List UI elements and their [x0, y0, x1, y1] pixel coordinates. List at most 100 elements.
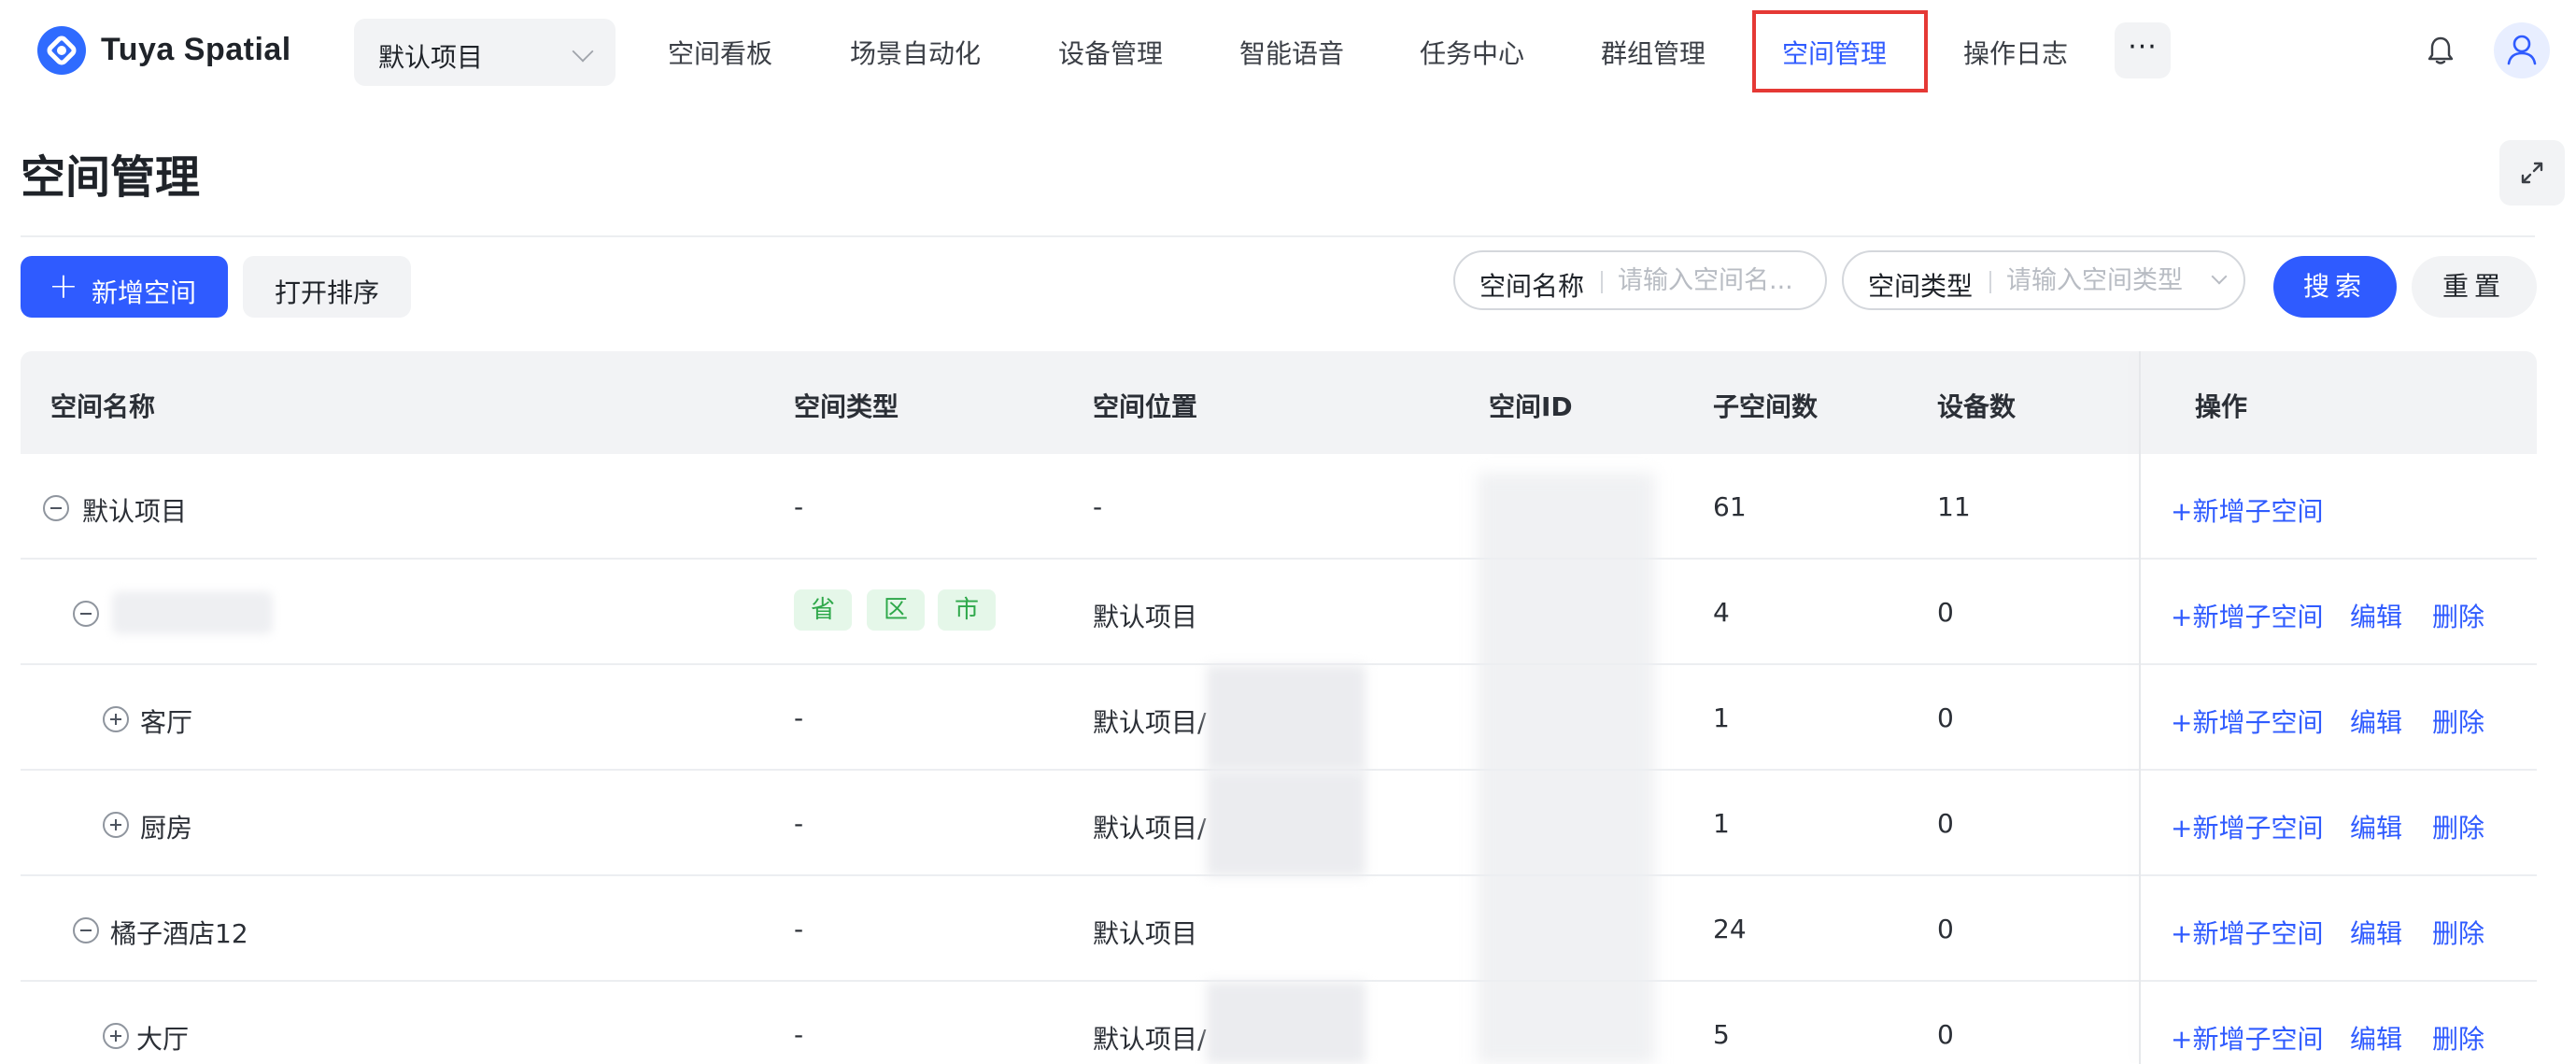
tuya-logo-icon — [37, 26, 86, 75]
nav-item-group-management[interactable]: 群组管理 — [1601, 34, 1706, 71]
add-child-space-link[interactable]: +新增子空间 — [2171, 1019, 2323, 1057]
child-space-count: 4 — [1713, 597, 1730, 628]
redacted-location — [1207, 665, 1366, 771]
edit-link[interactable]: 编辑 — [2350, 914, 2402, 951]
child-space-count: 5 — [1713, 1019, 1730, 1050]
project-selector-value: 默认项目 — [378, 42, 484, 73]
space-type: - — [794, 808, 804, 839]
device-count: 0 — [1937, 702, 1954, 733]
delete-link[interactable]: 删除 — [2432, 597, 2484, 634]
delete-link[interactable]: 删除 — [2432, 914, 2484, 951]
table-row: 省 区 市 默认项目 4 0 +新增子空间 编辑 删除 — [21, 560, 2537, 665]
table-header: 空间名称 空间类型 空间位置 空间ID 子空间数 设备数 操作 — [21, 351, 2537, 454]
table-row: 客厅 - 默认项目/ 1 0 +新增子空间 编辑 删除 — [21, 665, 2537, 771]
add-space-button[interactable]: + 新增空间 — [21, 256, 228, 318]
expand-icon[interactable] — [103, 706, 129, 732]
child-space-count: 1 — [1713, 702, 1730, 733]
search-button[interactable]: 搜索 — [2273, 256, 2397, 318]
device-count: 0 — [1937, 914, 1954, 944]
open-sort-label: 打开排序 — [275, 277, 380, 308]
nav-item-space-dashboard[interactable]: 空间看板 — [668, 34, 772, 71]
more-menu-button[interactable]: ··· — [2115, 22, 2171, 78]
user-avatar[interactable] — [2494, 22, 2550, 78]
delete-link[interactable]: 删除 — [2432, 808, 2484, 845]
space-location: 默认项目 — [1093, 602, 1198, 632]
space-location: 默认项目/ — [1093, 707, 1207, 738]
edit-link[interactable]: 编辑 — [2350, 597, 2402, 634]
space-type: - — [794, 914, 804, 944]
device-count: 0 — [1937, 808, 1954, 839]
fullscreen-button[interactable] — [2499, 140, 2565, 206]
redacted-location — [1207, 982, 1366, 1064]
column-header-space-id: 空间ID — [1489, 391, 1573, 422]
delete-link[interactable]: 删除 — [2432, 1019, 2484, 1057]
space-type: - — [794, 1019, 804, 1050]
delete-link[interactable]: 删除 — [2432, 702, 2484, 740]
filter-separator — [1601, 271, 1603, 293]
bell-icon[interactable] — [2427, 35, 2455, 65]
space-name-filter[interactable]: 空间名称 — [1453, 250, 1827, 310]
type-tag: 区 — [867, 589, 925, 631]
open-sort-button[interactable]: 打开排序 — [243, 256, 411, 318]
expand-icon[interactable] — [103, 1023, 129, 1049]
add-child-space-link[interactable]: +新增子空间 — [2171, 491, 2323, 529]
table-row: 橘子酒店12 - 默认项目 24 0 +新增子空间 编辑 删除 — [21, 876, 2537, 982]
space-name-input[interactable] — [1618, 262, 1816, 299]
space-type: - — [794, 702, 804, 733]
space-location: 默认项目/ — [1093, 1024, 1207, 1055]
device-count: 0 — [1937, 1019, 1954, 1050]
edit-link[interactable]: 编辑 — [2350, 808, 2402, 845]
space-name: 橘子酒店12 — [110, 918, 248, 949]
nav-item-operation-log[interactable]: 操作日志 — [1963, 34, 2068, 71]
device-count: 0 — [1937, 597, 1954, 628]
header-divider — [21, 235, 2535, 237]
nav-item-space-management[interactable]: 空间管理 — [1782, 34, 1887, 71]
column-header-child-spaces: 子空间数 — [1713, 391, 1819, 422]
edit-link[interactable]: 编辑 — [2350, 702, 2402, 740]
reset-button[interactable]: 重置 — [2412, 256, 2537, 318]
expand-icon[interactable] — [103, 812, 129, 838]
nav-item-scene-automation[interactable]: 场景自动化 — [850, 34, 981, 71]
column-header-devices: 设备数 — [1937, 391, 2017, 422]
top-bar: Tuya Spatial 默认项目 空间看板 场景自动化 设备管理 智能语音 任… — [0, 0, 2576, 105]
page-title: 空间管理 — [21, 151, 201, 204]
column-header-space-name: 空间名称 — [50, 391, 156, 422]
device-count: 11 — [1937, 491, 1971, 522]
child-space-count: 61 — [1713, 491, 1747, 522]
nav-item-smart-voice[interactable]: 智能语音 — [1239, 34, 1344, 71]
add-child-space-link[interactable]: +新增子空间 — [2171, 597, 2323, 634]
collapse-icon[interactable] — [73, 601, 99, 627]
space-name: 默认项目 — [82, 496, 188, 527]
space-type-input[interactable] — [2006, 262, 2202, 299]
space-location: - — [1093, 491, 1103, 522]
space-table: 空间名称 空间类型 空间位置 空间ID 子空间数 设备数 操作 默认项目 - -… — [21, 351, 2537, 1064]
space-type: - — [794, 491, 804, 522]
chevron-down-icon[interactable] — [2211, 268, 2228, 285]
space-type-filter[interactable]: 空间类型 — [1842, 250, 2245, 310]
collapse-icon[interactable] — [43, 495, 69, 521]
project-selector[interactable]: 默认项目 — [354, 19, 616, 86]
space-location: 默认项目/ — [1093, 813, 1207, 844]
add-child-space-link[interactable]: +新增子空间 — [2171, 914, 2323, 951]
space-name: 厨房 — [140, 813, 193, 844]
space-name-filter-label: 空间名称 — [1479, 271, 1585, 302]
nav-item-device-management[interactable]: 设备管理 — [1058, 34, 1163, 71]
add-child-space-link[interactable]: +新增子空间 — [2171, 702, 2323, 740]
edit-link[interactable]: 编辑 — [2350, 1019, 2402, 1057]
user-icon — [2507, 35, 2537, 65]
column-header-space-type: 空间类型 — [794, 391, 899, 422]
nav-item-task-center[interactable]: 任务中心 — [1420, 34, 1524, 71]
chevron-down-icon — [572, 40, 594, 63]
space-type-filter-label: 空间类型 — [1868, 271, 1974, 302]
redacted-space-name — [112, 591, 273, 634]
type-tag: 省 — [794, 589, 852, 631]
collapse-icon[interactable] — [73, 917, 99, 943]
column-header-space-location: 空间位置 — [1093, 391, 1198, 422]
add-child-space-link[interactable]: +新增子空间 — [2171, 808, 2323, 845]
space-name: 大厅 — [136, 1024, 190, 1055]
space-name: 客厅 — [140, 707, 193, 738]
table-row: 厨房 - 默认项目/ 1 0 +新增子空间 编辑 删除 — [21, 771, 2537, 876]
filter-separator — [1989, 271, 1991, 293]
add-space-label: 新增空间 — [92, 277, 197, 308]
type-tag: 市 — [938, 589, 996, 631]
